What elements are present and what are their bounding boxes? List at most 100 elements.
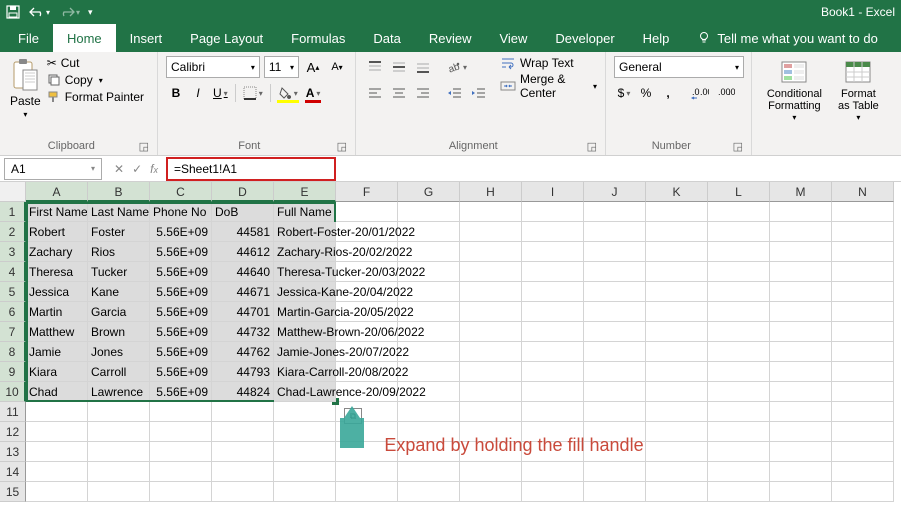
cell[interactable] [336,482,398,502]
tab-developer[interactable]: Developer [541,24,628,52]
cell[interactable] [460,402,522,422]
col-header[interactable]: A [26,182,88,202]
cell[interactable] [584,322,646,342]
cut-button[interactable]: ✂Cut [47,56,144,70]
save-icon[interactable] [6,5,20,19]
row-header[interactable]: 13 [0,442,26,462]
align-middle-button[interactable] [388,56,410,78]
cell[interactable] [646,302,708,322]
cell[interactable]: Robert-Foster-20/01/2022 [274,222,336,242]
cell[interactable]: 44581 [212,222,274,242]
cell[interactable] [832,422,894,442]
cell[interactable] [832,402,894,422]
borders-button[interactable] [240,82,266,104]
row-header[interactable]: 14 [0,462,26,482]
col-header[interactable]: J [584,182,646,202]
cell[interactable] [150,482,212,502]
cell[interactable] [770,442,832,462]
cell[interactable] [832,482,894,502]
row-header[interactable]: 8 [0,342,26,362]
cell[interactable] [584,222,646,242]
cell[interactable]: Garcia [88,302,150,322]
cell[interactable]: Jessica-Kane-20/04/2022 [274,282,336,302]
col-header[interactable]: B [88,182,150,202]
cell[interactable] [26,402,88,422]
cell[interactable]: Foster [88,222,150,242]
cell[interactable]: Zachary [26,242,88,262]
cell[interactable] [274,482,336,502]
cell[interactable]: Martin [26,302,88,322]
cell[interactable]: Jessica [26,282,88,302]
row-header[interactable]: 3 [0,242,26,262]
cell[interactable]: 44793 [212,362,274,382]
tab-help[interactable]: Help [629,24,684,52]
cell[interactable] [708,362,770,382]
cell[interactable] [584,382,646,402]
clipboard-launcher-icon[interactable]: ◲ [139,140,149,153]
cell[interactable] [212,482,274,502]
cell[interactable] [584,302,646,322]
cell[interactable] [274,422,336,442]
cell[interactable] [646,362,708,382]
cell[interactable] [584,262,646,282]
cell[interactable]: 44640 [212,262,274,282]
cell[interactable]: 44824 [212,382,274,402]
cell[interactable] [832,382,894,402]
fill-color-button[interactable] [275,82,301,104]
cell[interactable] [646,422,708,442]
cell[interactable] [708,202,770,222]
cell[interactable]: 5.56E+09 [150,382,212,402]
cell[interactable] [584,342,646,362]
cell[interactable] [646,462,708,482]
cell[interactable] [460,302,522,322]
cell[interactable] [460,382,522,402]
cell[interactable] [770,262,832,282]
cell[interactable] [646,242,708,262]
cell[interactable]: Full Name [274,202,336,222]
cell[interactable] [522,342,584,362]
cell[interactable]: DoB [212,202,274,222]
cell[interactable] [646,442,708,462]
tab-review[interactable]: Review [415,24,486,52]
fx-icon[interactable]: fx [150,162,158,176]
cell[interactable] [88,462,150,482]
paste-button[interactable]: Paste ▾ [8,56,43,121]
cell[interactable]: 44612 [212,242,274,262]
cell[interactable] [708,282,770,302]
cell[interactable] [26,462,88,482]
cell[interactable] [88,482,150,502]
cell[interactable] [460,202,522,222]
cell[interactable] [646,402,708,422]
cell[interactable] [274,462,336,482]
cell[interactable]: Jamie [26,342,88,362]
row-header[interactable]: 5 [0,282,26,302]
cell[interactable] [460,322,522,342]
cell[interactable] [708,322,770,342]
cell[interactable]: 5.56E+09 [150,322,212,342]
cell[interactable] [522,282,584,302]
font-name-dropdown[interactable]: Calibri▾ [166,56,260,78]
cell[interactable] [460,222,522,242]
cell[interactable]: Phone No [150,202,212,222]
comma-format-button[interactable]: , [658,82,678,104]
cell[interactable] [460,262,522,282]
cell[interactable] [832,462,894,482]
cell[interactable]: Kiara-Carroll-20/08/2022 [274,362,336,382]
row-header[interactable]: 1 [0,202,26,222]
cell[interactable] [770,342,832,362]
conditional-formatting-button[interactable]: Conditional Formatting▾ [760,56,829,125]
cell[interactable]: Matthew [26,322,88,342]
cell[interactable] [522,362,584,382]
cell[interactable]: 44671 [212,282,274,302]
cell[interactable] [212,422,274,442]
decrease-decimal-button[interactable]: .00.0 [714,82,738,104]
tell-me-search[interactable]: Tell me what you want to do [683,24,891,52]
cell[interactable]: Carroll [88,362,150,382]
align-top-button[interactable] [364,56,386,78]
cell[interactable]: 5.56E+09 [150,282,212,302]
cell[interactable] [460,242,522,262]
cell[interactable] [770,362,832,382]
format-as-table-button[interactable]: Format as Table▾ [833,56,884,125]
tab-home[interactable]: Home [53,24,116,52]
cell[interactable] [646,282,708,302]
